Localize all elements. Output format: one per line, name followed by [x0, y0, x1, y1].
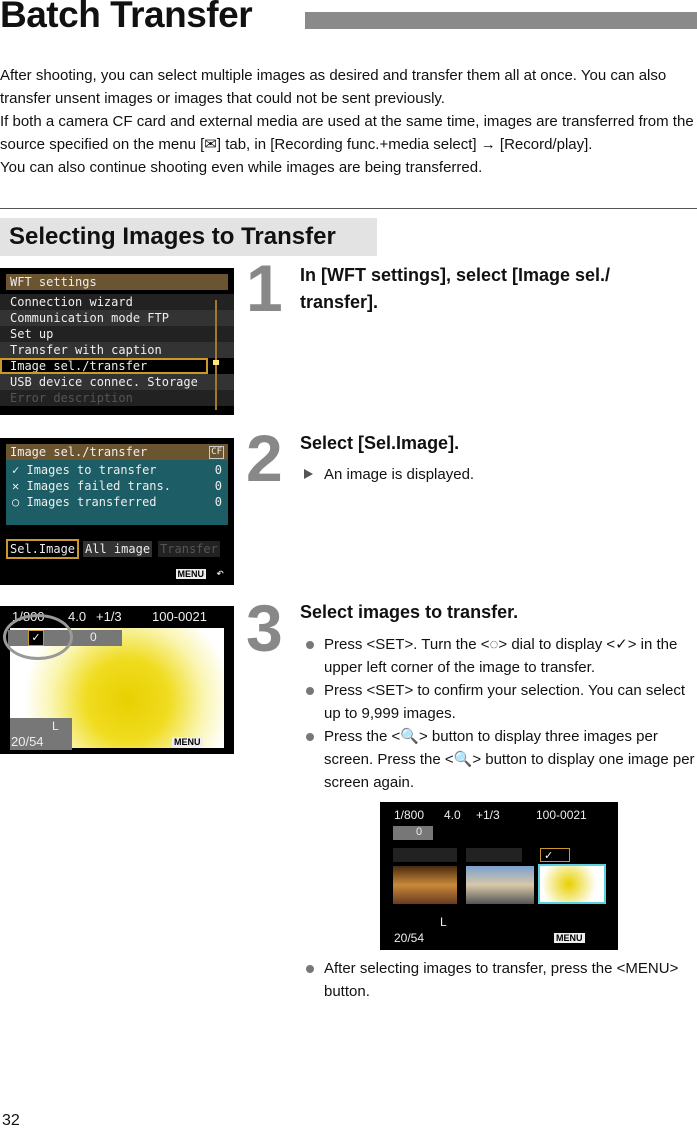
menu-item: Communication mode FTP: [0, 310, 234, 326]
aperture: 4.0: [68, 609, 87, 624]
image-counter: 20/54: [394, 931, 425, 945]
quality: L: [440, 915, 447, 929]
thumbnail-selected: [538, 864, 606, 904]
aperture: 4.0: [444, 808, 461, 822]
intro-p3: You can also continue shooting even whil…: [0, 159, 483, 176]
scrollbar: [215, 300, 217, 410]
return-icon: ↶: [216, 566, 224, 581]
transfer-button: Transfer: [158, 541, 220, 557]
step-title: Select [Sel.Image].: [300, 433, 460, 453]
exposure-comp: +1/3: [476, 808, 500, 822]
divider: [0, 208, 697, 209]
copies: 0: [90, 630, 97, 644]
circle-icon: ○: [12, 495, 20, 509]
count-row: ✓ Images to transfer 0: [6, 462, 228, 478]
intro-p2: If both a camera CF card and external me…: [0, 113, 694, 153]
scroll-thumb: [213, 360, 219, 365]
menu-icon: MENU: [172, 737, 203, 747]
thumbnail: [466, 866, 534, 904]
file-number: 100-0021: [536, 808, 587, 822]
screen-title: Image sel./transfer: [10, 445, 148, 459]
count-row: ○ Images transferred 0: [6, 494, 228, 510]
quality: L: [52, 719, 59, 733]
thumbnail: [393, 866, 457, 904]
step-number: 2: [246, 421, 283, 495]
bullet: Press <SET>. Turn the <◌> dial to displa…: [300, 633, 695, 679]
step-title: Select images to transfer.: [300, 602, 519, 622]
bullet: Press <SET> to confirm your selection. Y…: [300, 679, 695, 725]
step-bullets: Press <SET>. Turn the <◌> dial to displa…: [300, 633, 695, 794]
check-icon: ✓: [540, 848, 570, 862]
bullet: Press the <🔍> button to display three im…: [300, 725, 695, 794]
thumb-header: [466, 848, 522, 862]
check-icon: ✓: [12, 463, 20, 477]
shutter-speed: 1/800: [394, 808, 425, 822]
step-title: In [WFT settings], select [Image sel./ t…: [300, 265, 611, 312]
row-label: Images failed trans.: [26, 479, 171, 493]
menu-item: Set up: [0, 326, 234, 342]
count-row: ✕ Images failed trans. 0: [6, 478, 228, 494]
menu-item: Connection wizard: [0, 294, 234, 310]
highlight-circle: [3, 614, 73, 660]
page-title: Batch Transfer: [0, 0, 253, 35]
title-bar: [305, 12, 697, 29]
step-number: 1: [246, 251, 283, 325]
section-heading: Selecting Images to Transfer: [0, 218, 377, 256]
sel-image-button: Sel.Image: [5, 539, 80, 559]
image-counter: 20/54: [11, 734, 44, 749]
step-note: An image is displayed.: [300, 463, 697, 486]
copies: 0: [416, 826, 423, 838]
info-bar: [393, 826, 433, 840]
menu-item-selected: Image sel./transfer: [0, 358, 208, 374]
menu-icon: MENU: [554, 933, 585, 943]
row-count: 0: [214, 479, 222, 493]
row-label: Images transferred: [26, 495, 157, 509]
file-number: 100-0021: [152, 609, 207, 624]
all-image-button: All image: [83, 541, 153, 557]
page-number: 32: [2, 1112, 20, 1129]
thumb-header: [393, 848, 457, 862]
step-bullets: After selecting images to transfer, pres…: [300, 957, 695, 1003]
intro-p1: After shooting, you can select multiple …: [0, 67, 667, 107]
image-playback-screen: 1/800 4.0 +1/3 100-0021 ✓ 0 L 20/54 MENU: [0, 606, 234, 754]
row-count: 0: [214, 495, 222, 509]
wft-settings-screen: WFT settings Connection wizard Communica…: [0, 268, 234, 415]
menu-item: Transfer with caption: [0, 342, 234, 358]
step-number: 3: [246, 591, 283, 665]
menu-icon: MENU: [175, 569, 206, 579]
three-image-screen: 1/800 4.0 +1/3 100-0021 0 ✓ L 20/54 MENU: [380, 802, 618, 950]
bullet: After selecting images to transfer, pres…: [300, 957, 695, 1003]
x-icon: ✕: [12, 479, 20, 493]
image-sel-screen: Image sel./transfer CF ✓ Images to trans…: [0, 438, 234, 585]
exposure-comp: +1/3: [96, 609, 122, 624]
screen-title: WFT settings: [6, 274, 228, 290]
row-label: Images to transfer: [26, 463, 157, 477]
menu-item-disabled: Error description: [0, 390, 234, 406]
intro: After shooting, you can select multiple …: [0, 64, 697, 179]
cf-icon: CF: [209, 446, 224, 459]
row-count: 0: [214, 463, 222, 477]
menu-item: USB device connec. Storage: [0, 374, 234, 390]
